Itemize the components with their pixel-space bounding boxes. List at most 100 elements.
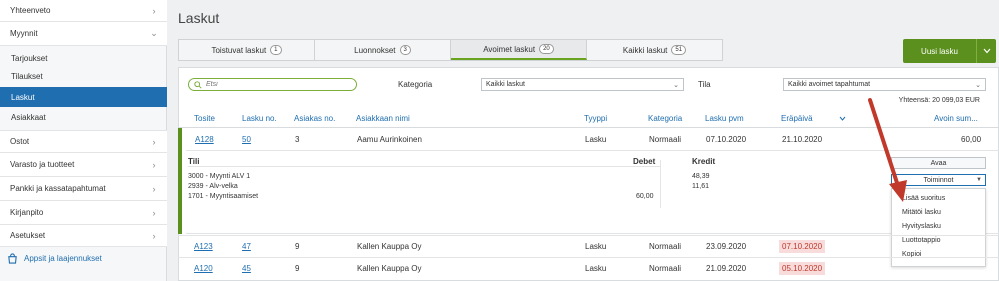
cell-tosite[interactable]: A120 (194, 264, 213, 273)
total-amount: Yhteensä: 20 099,03 EUR (898, 97, 980, 104)
sidebar-item-label: Varasto ja tuotteet (10, 160, 75, 169)
column-erapaiva[interactable]: Eräpäivä (781, 114, 813, 123)
cell-kategoria: Normaali (649, 264, 682, 273)
sidebar-item-label: Ostot (10, 137, 30, 146)
cell-erapaiva-overdue: 07.10.2020 (779, 240, 826, 253)
tab-avoimet[interactable]: Avoimet laskut 20 (451, 40, 587, 60)
chevron-right-icon: › (152, 159, 156, 170)
menu-item-add-payment[interactable]: Lisää suoritus (902, 195, 945, 202)
table-header: Tosite Lasku no. Asiakas no. Asiakkaan n… (178, 108, 999, 128)
sidebar-item-asetukset[interactable]: Asetukset › (0, 225, 167, 247)
search-input[interactable] (206, 81, 346, 88)
divider (186, 150, 999, 151)
sidebar-item-varasto[interactable]: Varasto ja tuotteet › (0, 153, 167, 177)
tab-luonnokset[interactable]: Luonnokset 3 (315, 40, 451, 60)
tab-count-badge: 1 (270, 45, 282, 55)
sidebar-item-yhteenveto[interactable]: Yhteenveto › (0, 0, 167, 22)
cell-lasku-no[interactable]: 45 (242, 264, 251, 273)
account-line: 2939 - Alv-velka (188, 183, 238, 190)
chevron-down-icon: ⌄ (975, 81, 981, 89)
cell-lasku-pvm: 21.09.2020 (706, 264, 747, 273)
search-icon (194, 80, 202, 89)
sidebar-item-kirjanpito[interactable]: Kirjanpito › (0, 201, 167, 225)
tila-value: Kaikki avoimet tapahtumat (788, 81, 871, 88)
tab-label: Toistuvat laskut (211, 45, 267, 55)
sort-chevron-icon[interactable] (839, 116, 846, 121)
cell-asiakas-no: 9 (295, 264, 300, 273)
chevron-down-icon: ⌄ (673, 81, 679, 89)
account-line: 1701 - Myyntisaamiset (188, 193, 259, 200)
sidebar-subitem-asiakkaat[interactable]: Asiakkaat (0, 107, 167, 127)
sidebar-item-label: Yhteenveto (10, 6, 51, 15)
cell-lasku-pvm: 23.09.2020 (706, 242, 747, 251)
column-tyyppi[interactable]: Tyyppi (584, 114, 607, 123)
sidebar-subitem-label: Tarjoukset (11, 53, 48, 63)
actions-label: Toiminnot (923, 176, 954, 184)
sidebar-item-label: Asetukset (10, 231, 46, 240)
tili-header: Tili (188, 157, 200, 166)
cell-asiakas-no: 9 (295, 242, 300, 251)
tila-label: Tila (698, 80, 711, 89)
column-tosite[interactable]: Tosite (194, 114, 215, 123)
menu-item-cancel-invoice[interactable]: Mitätöi lasku (902, 209, 941, 216)
cell-tyyppi: Lasku (585, 242, 607, 251)
table-row[interactable]: A123 47 9 Kallen Kauppa Oy Lasku Normaal… (178, 235, 999, 257)
sidebar-subitem-tarjoukset[interactable]: Tarjoukset (0, 49, 167, 67)
apps-link[interactable]: Appsit ja laajennukset (0, 248, 167, 268)
invoice-tabs: Toistuvat laskut 1 Luonnokset 3 Avoimet … (178, 39, 723, 61)
kategoria-select[interactable]: Kaikki laskut ⌄ (481, 78, 684, 91)
sidebar-subitem-label: Tilaukset (11, 72, 43, 81)
account-line: 3000 - Myynti ALV 1 (188, 173, 251, 180)
divider (660, 160, 661, 208)
sidebar-subitem-label: Laskut (11, 92, 35, 102)
chevron-right-icon: › (152, 183, 156, 194)
open-button[interactable]: Avaa (891, 157, 986, 169)
tab-count-badge: 3 (399, 45, 411, 55)
new-invoice-label: Uusi lasku (921, 46, 958, 56)
cell-tosite[interactable]: A123 (194, 242, 213, 251)
chevron-down-icon: ▼ (976, 177, 982, 183)
tab-kaikki[interactable]: Kaikki laskut 51 (587, 40, 722, 60)
new-invoice-dropdown[interactable] (976, 39, 996, 63)
cell-asiakkaan-nimi: Kallen Kauppa Oy (357, 242, 422, 251)
column-lasku-no[interactable]: Lasku no. (242, 114, 277, 123)
kategoria-value: Kaikki laskut (486, 81, 525, 88)
tab-label: Luonnokset (354, 45, 396, 55)
chevron-down-icon (983, 48, 990, 54)
divider (188, 166, 660, 167)
kredit-value: 11,61 (692, 183, 709, 190)
sidebar-item-ostot[interactable]: Ostot › (0, 130, 167, 153)
chevron-right-icon: › (152, 5, 156, 16)
debet-header: Debet (633, 157, 656, 166)
column-lasku-pvm[interactable]: Lasku pvm (705, 114, 744, 123)
table-row[interactable]: A120 45 9 Kallen Kauppa Oy Lasku Normaal… (178, 257, 999, 279)
tab-toistuvat[interactable]: Toistuvat laskut 1 (179, 40, 315, 60)
column-asiakkaan-nimi[interactable]: Asiakkaan nimi (356, 114, 410, 123)
column-kategoria[interactable]: Kategoria (648, 114, 682, 123)
new-invoice-button[interactable]: Uusi lasku (903, 39, 996, 63)
cell-tyyppi: Lasku (585, 264, 607, 273)
tab-label: Avoimet laskut (483, 44, 536, 54)
tila-select[interactable]: Kaikki avoimet tapahtumat ⌄ (783, 78, 986, 91)
kredit-header: Kredit (692, 157, 716, 166)
cell-kategoria: Normaali (649, 242, 682, 251)
page-title: Laskut (178, 10, 220, 26)
column-asiakas-no[interactable]: Asiakas no. (294, 114, 335, 123)
sidebar-subitem-tilaukset[interactable]: Tilaukset (0, 67, 167, 86)
sidebar-item-pankki[interactable]: Pankki ja kassatapahtumat › (0, 177, 167, 201)
kredit-value: 48,39 (692, 173, 710, 180)
debet-value: 60,00 (636, 193, 654, 200)
apps-link-label: Appsit ja laajennukset (24, 253, 102, 263)
chevron-right-icon: › (152, 136, 156, 147)
search-field[interactable] (188, 78, 357, 91)
cell-erapaiva-overdue: 05.10.2020 (779, 262, 826, 275)
actions-dropdown-button[interactable]: Toiminnot ▼ (891, 174, 986, 186)
sidebar-item-myynnit[interactable]: Myynnit ⌄ (0, 22, 167, 46)
cell-asiakkaan-nimi: Kallen Kauppa Oy (357, 264, 422, 273)
menu-item-credit-note[interactable]: Hyvityslasku (902, 223, 941, 230)
invoice-detail (178, 128, 999, 234)
sidebar-subitem-laskut[interactable]: Laskut (0, 87, 167, 107)
chevron-right-icon: › (152, 230, 156, 241)
column-avoin-summa[interactable]: Avoin sum... (934, 114, 978, 123)
cell-lasku-no[interactable]: 47 (242, 242, 251, 251)
